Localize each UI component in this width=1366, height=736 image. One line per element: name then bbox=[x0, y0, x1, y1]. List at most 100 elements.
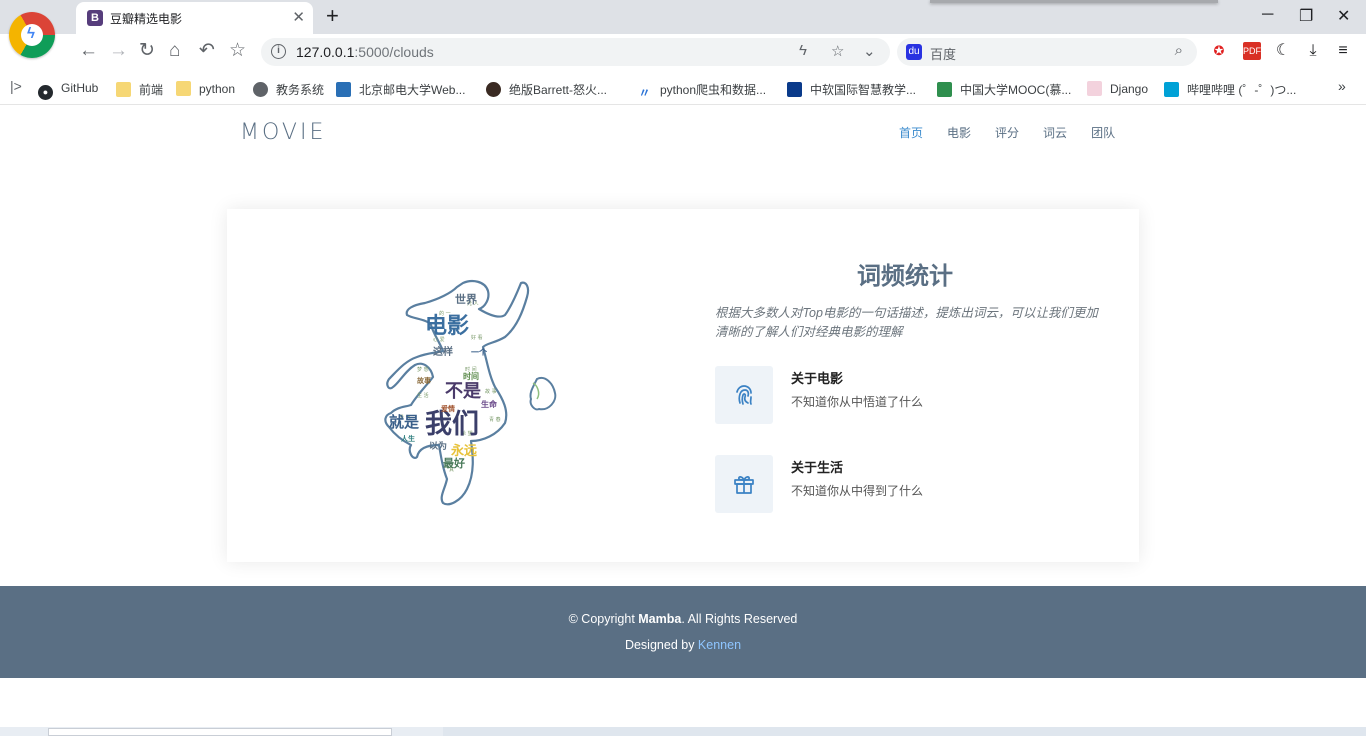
bookmark-item[interactable]: 中软国际智慧教学... bbox=[787, 81, 916, 98]
svg-text:梦 想: 梦 想 bbox=[417, 366, 429, 373]
bookmark-page-star-icon[interactable]: ☆ bbox=[831, 42, 844, 60]
cloud-word: 爱情 bbox=[441, 404, 455, 413]
search-engine-box[interactable]: du 百度 ⌕ bbox=[897, 38, 1197, 66]
cloud-word: 生命 bbox=[481, 399, 498, 409]
site-icon bbox=[787, 82, 802, 97]
bookmark-item[interactable]: 哔哩哔哩 (゜-゜)つ... bbox=[1164, 81, 1296, 98]
dropdown-panel-edge bbox=[930, 0, 1218, 3]
bookmark-item[interactable]: 北京邮电大学Web... bbox=[336, 81, 465, 98]
cloud-word: 时间 bbox=[463, 371, 479, 381]
svg-text:故 事: 故 事 bbox=[485, 388, 497, 395]
address-bar[interactable]: i 127.0.0.1:5000/clouds ϟ ☆ ⌄ bbox=[261, 38, 890, 66]
home-button[interactable]: ⌂ bbox=[169, 40, 180, 62]
bookmark-item[interactable]: 教务系统 bbox=[253, 81, 324, 98]
pdf-extension-icon[interactable]: PDF bbox=[1243, 42, 1261, 60]
reload-button[interactable]: ↻ bbox=[139, 40, 155, 62]
extension-red-icon[interactable]: ✪ bbox=[1210, 42, 1228, 60]
cloud-word: 人生 bbox=[401, 434, 415, 443]
nav-link-team[interactable]: 团队 bbox=[1091, 124, 1115, 141]
bookmarks-overflow-button[interactable]: » bbox=[1338, 78, 1346, 94]
download-icon[interactable]: ⤓ bbox=[1304, 42, 1322, 60]
cloud-word: 故事 bbox=[417, 376, 431, 385]
back-button[interactable]: ← bbox=[79, 40, 98, 62]
site-icon bbox=[336, 82, 351, 97]
minimize-button[interactable]: ─ bbox=[1262, 6, 1273, 24]
feature-title: 关于电影 bbox=[791, 371, 844, 386]
wordcloud-image: 的 一光 人心 爱 好 看梦 想时 间 生 活故 事希 望 真勇 气青 春 世界… bbox=[377, 275, 567, 507]
copyright-text: © Copyright Mamba. All Rights Reserved bbox=[568, 612, 798, 626]
dark-mode-moon-icon[interactable]: ☾ bbox=[1274, 42, 1292, 60]
cloud-word: 我们 bbox=[425, 409, 479, 440]
svg-text:青 春: 青 春 bbox=[489, 416, 501, 423]
bookmark-item[interactable]: 〃 python爬虫和数据... bbox=[637, 81, 766, 101]
tab-title: 豆瓣精选电影 bbox=[110, 12, 183, 26]
nav-link-wordcloud[interactable]: 词云 bbox=[1043, 124, 1067, 141]
globe-icon bbox=[253, 82, 268, 97]
github-icon: ● bbox=[38, 85, 53, 100]
url-text[interactable]: 127.0.0.1:5000/clouds bbox=[296, 44, 434, 60]
browser-tab[interactable]: B 豆瓣精选电影 ✕ bbox=[76, 2, 313, 34]
bilibili-icon bbox=[1164, 82, 1179, 97]
cloud-word: 电影 bbox=[425, 314, 469, 339]
new-tab-button[interactable]: + bbox=[326, 4, 339, 28]
taskbar-tray bbox=[443, 727, 1366, 736]
site-footer: © Copyright Mamba. All Rights Reserved D… bbox=[0, 586, 1366, 678]
site-icon bbox=[1087, 81, 1102, 96]
cloud-word: 一个 bbox=[471, 347, 488, 357]
baidu-paw-icon: du bbox=[906, 44, 922, 60]
tab-close-icon[interactable]: ✕ bbox=[292, 8, 305, 26]
bookmark-item[interactable]: Django bbox=[1087, 81, 1148, 96]
section-description: 根据大多数人对Top电影的一句话描述，提炼出词云，可以让我们更加清晰的了解人们对… bbox=[715, 306, 1098, 339]
forward-button[interactable]: → bbox=[109, 40, 128, 62]
menu-icon[interactable]: ≡ bbox=[1334, 42, 1352, 60]
undo-close-tab-button[interactable]: ↶ bbox=[199, 40, 215, 62]
os-taskbar bbox=[0, 727, 1366, 736]
bookmark-item[interactable]: 中国大学MOOC(慕... bbox=[937, 81, 1071, 98]
bookmark-item[interactable]: ● GitHub bbox=[38, 81, 98, 100]
site-header: MOVIE 首页 电影 评分 词云 团队 bbox=[0, 106, 1366, 156]
wordcloud-card: 的 一光 人心 爱 好 看梦 想时 间 生 活故 事希 望 真勇 气青 春 世界… bbox=[227, 209, 1139, 562]
svg-text:生 活: 生 活 bbox=[417, 392, 429, 399]
bookmark-folder[interactable]: 前端 bbox=[116, 81, 163, 98]
bookmark-folder[interactable]: python bbox=[176, 81, 235, 96]
taskbar-window[interactable] bbox=[48, 728, 392, 736]
svg-text:好 看: 好 看 bbox=[471, 334, 483, 341]
nav-link-home[interactable]: 首页 bbox=[899, 124, 923, 141]
bookmark-star-button[interactable]: ☆ bbox=[229, 40, 246, 62]
feature-description: 不知道你从中悟道了什么 bbox=[791, 395, 924, 409]
nav-link-movies[interactable]: 电影 bbox=[947, 124, 971, 141]
section-title: 词频统计 bbox=[857, 263, 953, 290]
site-info-icon[interactable]: i bbox=[271, 44, 286, 59]
cloud-word: 这样 bbox=[433, 345, 453, 358]
gift-icon bbox=[715, 455, 773, 513]
folder-icon bbox=[176, 81, 191, 96]
bookmark-item[interactable]: 绝版Barrett-怒火... bbox=[486, 81, 607, 98]
apps-toggle-icon[interactable]: |> bbox=[10, 78, 22, 94]
feature-description: 不知道你从中得到了什么 bbox=[791, 484, 924, 498]
folder-icon bbox=[116, 82, 131, 97]
feature-about-movies: 关于电影 不知道你从中悟道了什么 bbox=[715, 366, 1095, 424]
close-window-button[interactable]: ✕ bbox=[1337, 6, 1350, 26]
site-icon bbox=[937, 82, 952, 97]
designer-credit: Designed by Kennen bbox=[624, 638, 742, 652]
browser-logo-icon: ϟ bbox=[9, 12, 55, 58]
feature-title: 关于生活 bbox=[791, 460, 844, 475]
restore-button[interactable]: ❐ bbox=[1299, 6, 1313, 26]
fingerprint-icon bbox=[715, 366, 773, 424]
designer-link[interactable]: Kennen bbox=[698, 638, 741, 652]
avatar-icon bbox=[486, 82, 501, 97]
site-nav: 首页 电影 评分 词云 团队 bbox=[899, 124, 1139, 141]
lightning-icon[interactable]: ϟ bbox=[799, 42, 807, 59]
cloud-word: 不是 bbox=[445, 381, 481, 402]
feature-about-life: 关于生活 不知道你从中得到了什么 bbox=[715, 455, 1095, 513]
site-brand[interactable]: MOVIE bbox=[240, 120, 326, 145]
cloud-word: 最好 bbox=[443, 456, 465, 470]
bootstrap-favicon-icon: B bbox=[87, 10, 103, 26]
cloud-word: 以为 bbox=[429, 440, 447, 452]
site-icon: 〃 bbox=[637, 86, 652, 101]
nav-link-ratings[interactable]: 评分 bbox=[995, 124, 1019, 141]
bookmarks-bar: |> ● GitHub 前端 python 教务系统 北京邮电大学Web... 绝… bbox=[0, 70, 1366, 105]
chevron-down-icon[interactable]: ⌄ bbox=[863, 42, 876, 60]
search-input[interactable]: 百度 bbox=[930, 44, 956, 63]
search-icon[interactable]: ⌕ bbox=[1175, 42, 1183, 59]
